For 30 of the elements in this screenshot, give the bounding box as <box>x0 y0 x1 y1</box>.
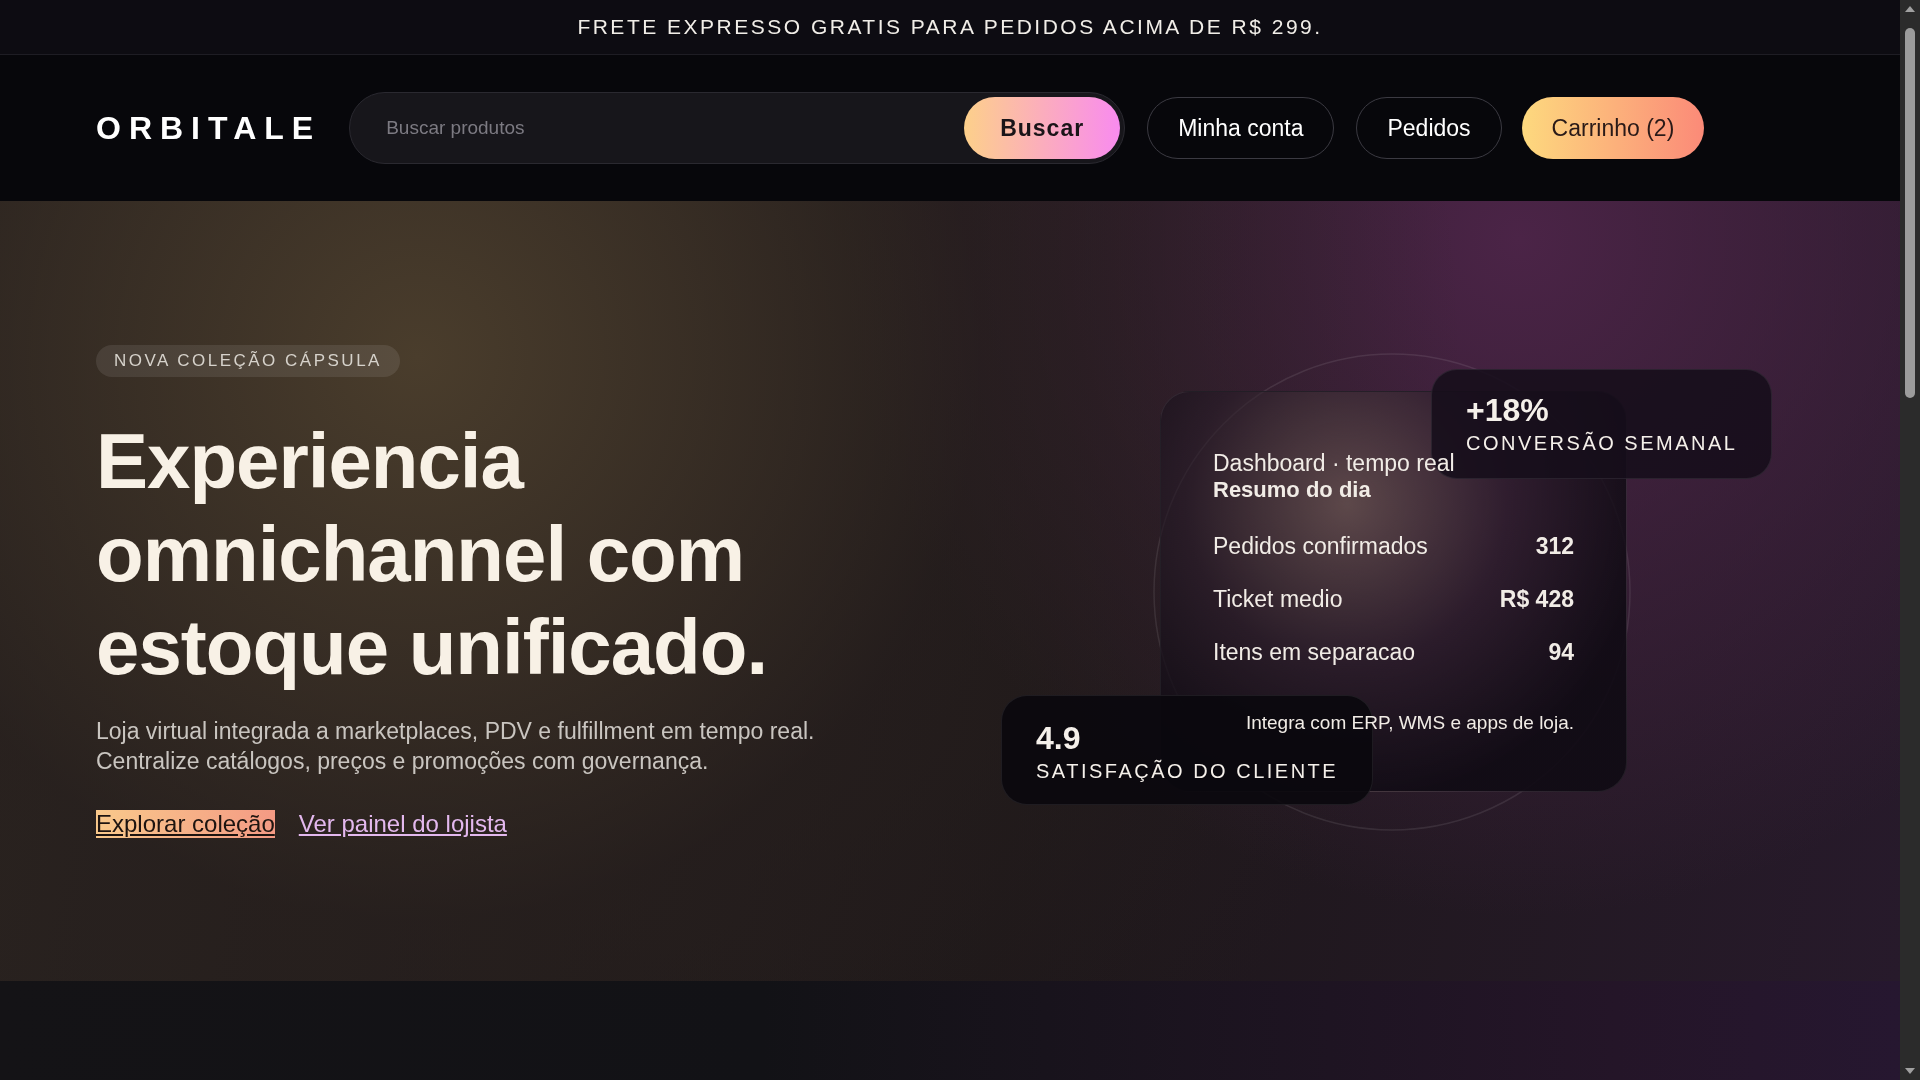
announcement-text: FRETE EXPRESSO GRATIS PARA PEDIDOS ACIMA DE R$ 299. <box>577 15 1323 39</box>
stat-value: 4.9 <box>1036 719 1081 758</box>
metric-label: Ticket medio <box>1213 586 1343 613</box>
collection-badge: NOVA COLEÇÃO CÁPSULA <box>96 345 400 377</box>
dashboard-title: Resumo do dia <box>1213 477 1372 503</box>
metric-value: R$ 428 <box>1499 586 1574 613</box>
metric-value: 312 <box>1535 533 1574 560</box>
logo: ORBITALE <box>96 109 322 147</box>
stat-label: CONVERSÃO SEMANAL <box>1466 430 1738 456</box>
stat-value: +18% <box>1466 391 1549 430</box>
hero-description-line: Centralize catálogos, preços e promoções com governança. <box>96 747 710 776</box>
stat-label: SATISFAÇÃO DO CLIENTE <box>1036 758 1339 784</box>
search-button[interactable]: Buscar <box>964 97 1121 159</box>
scroll-up-icon[interactable] <box>1905 6 1915 12</box>
metric-label: Itens em separacao <box>1213 639 1415 666</box>
scrollbar[interactable] <box>1900 0 1920 1080</box>
scroll-down-icon[interactable] <box>1905 1068 1915 1074</box>
metric-label: Pedidos confirmados <box>1213 533 1428 560</box>
search-field[interactable]: Buscar produtos Buscar <box>349 92 1126 164</box>
scrollbar-thumb[interactable] <box>1905 28 1915 398</box>
hero-heading-line: estoque unificado. <box>96 602 768 693</box>
dashboard-label: Dashboard · tempo real <box>1213 450 1455 477</box>
hero-heading-line: omnichannel com <box>96 509 746 600</box>
hero-heading-line: Experiencia <box>96 416 525 507</box>
hero-link[interactable]: Explorar coleção <box>96 810 275 838</box>
metric-value: 94 <box>1548 639 1574 666</box>
hero-description-line: Loja virtual integrada a marketplaces, PDV e fulfillment em tempo real. <box>96 717 815 746</box>
dashboard-footnote: Integra com ERP, WMS e apps de loja. <box>1245 712 1574 734</box>
hero-link[interactable]: Ver painel do lojista <box>298 810 507 838</box>
nav-button[interactable]: Carrinho (2) <box>1521 97 1705 159</box>
